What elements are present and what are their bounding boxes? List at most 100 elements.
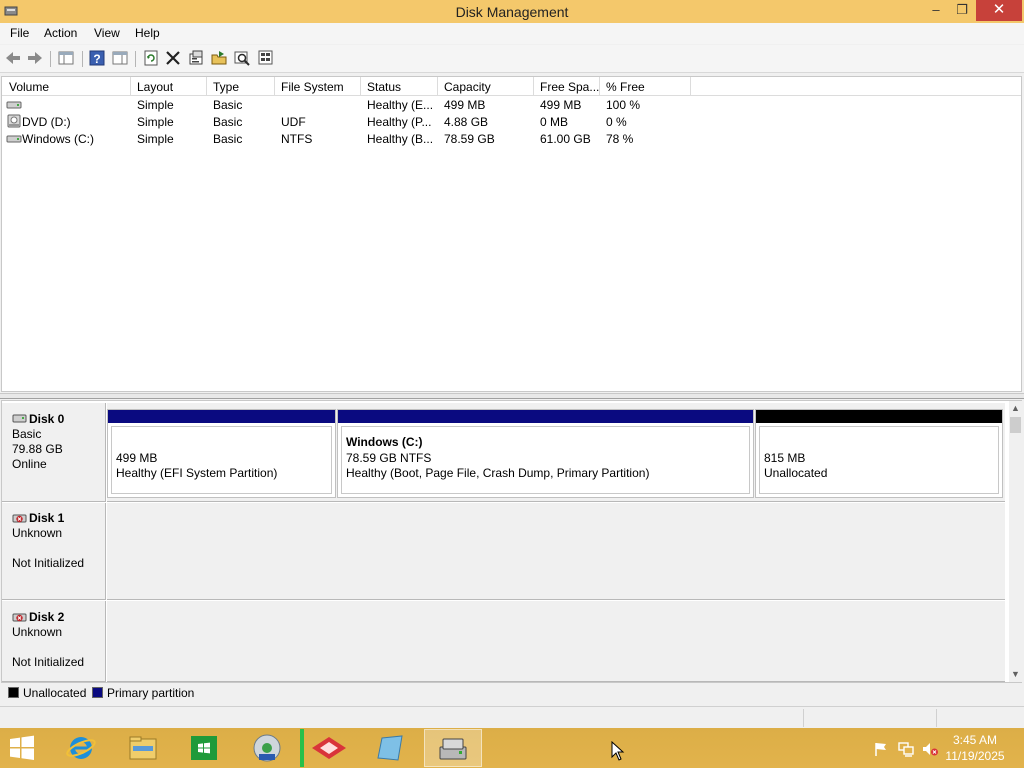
disk-1-row: Disk 1 Unknown Not Initialized bbox=[2, 503, 1007, 600]
menu-help[interactable]: Help bbox=[135, 26, 160, 40]
console-tree-icon[interactable] bbox=[57, 49, 75, 67]
menu-file[interactable]: File bbox=[10, 26, 29, 40]
scroll-down-arrow-icon[interactable]: ▼ bbox=[1009, 669, 1022, 679]
close-button[interactable]: ✕ bbox=[976, 0, 1022, 21]
column-header-free-space[interactable]: Free Spa... bbox=[540, 80, 599, 94]
column-header-layout[interactable]: Layout bbox=[137, 80, 173, 94]
cell-status: Healthy (E... bbox=[367, 98, 434, 112]
cell-free-space: 0 MB bbox=[540, 115, 569, 129]
column-header-file-system[interactable]: File System bbox=[281, 80, 344, 94]
column-divider[interactable] bbox=[206, 77, 207, 96]
windows-start-icon[interactable] bbox=[6, 734, 38, 762]
properties-icon[interactable] bbox=[187, 49, 205, 67]
network-icon[interactable] bbox=[897, 741, 915, 757]
toolbar: ? bbox=[0, 45, 1024, 73]
menu-action[interactable]: Action bbox=[44, 26, 77, 40]
disk-name: Disk 1 bbox=[29, 511, 65, 525]
legend-swatch-primary bbox=[92, 687, 103, 698]
running-indicator bbox=[300, 729, 304, 767]
disk-error-icon bbox=[12, 613, 27, 622]
help-icon[interactable]: ? bbox=[88, 49, 106, 67]
cell-layout: Simple bbox=[137, 115, 174, 129]
cell-volume: Windows (C:) bbox=[22, 132, 95, 146]
column-divider[interactable] bbox=[533, 77, 534, 96]
explore-icon[interactable] bbox=[233, 49, 251, 67]
disk-2-area bbox=[107, 601, 1005, 682]
disk-type: Unknown bbox=[12, 625, 63, 639]
table-row[interactable]: Simple Basic Healthy (E... 499 MB 499 MB… bbox=[2, 96, 1021, 113]
cell-capacity: 499 MB bbox=[444, 98, 486, 112]
table-row[interactable]: Windows (C:) Simple Basic NTFS Healthy (… bbox=[2, 130, 1021, 147]
taskbar-store[interactable] bbox=[176, 729, 234, 767]
disk-state: Not Initialized bbox=[12, 556, 85, 570]
column-divider[interactable] bbox=[690, 77, 691, 96]
store-icon bbox=[191, 736, 217, 760]
app-blue-icon bbox=[377, 735, 403, 761]
cell-file-system: UDF bbox=[281, 115, 306, 129]
disk-1-label[interactable]: Disk 1 Unknown Not Initialized bbox=[2, 503, 106, 600]
properties-pane-icon[interactable] bbox=[111, 49, 129, 67]
menu-bar: File Action View Help bbox=[0, 23, 1024, 44]
taskbar-disk-management[interactable] bbox=[424, 729, 482, 767]
cell-capacity: 78.59 GB bbox=[444, 132, 495, 146]
partition-efi[interactable]: 499 MB Healthy (EFI System Partition) bbox=[107, 409, 336, 498]
scroll-up-arrow-icon[interactable]: ▲ bbox=[1009, 403, 1022, 413]
column-divider[interactable] bbox=[360, 77, 361, 96]
cell-free-space: 499 MB bbox=[540, 98, 582, 112]
restore-button[interactable]: ❐ bbox=[949, 0, 975, 21]
disk-0-label[interactable]: Disk 0 Basic 79.88 GB Online bbox=[2, 403, 106, 502]
drive-icon bbox=[6, 135, 22, 143]
partition-unallocated[interactable]: 815 MB Unallocated bbox=[755, 409, 1003, 498]
minimize-button[interactable]: – bbox=[923, 0, 949, 21]
disk-2-row: Disk 2 Unknown Not Initialized bbox=[2, 601, 1007, 682]
disk-name: Disk 0 bbox=[29, 412, 65, 426]
taskbar-app-blue[interactable] bbox=[362, 729, 420, 767]
column-header-capacity[interactable]: Capacity bbox=[444, 80, 491, 94]
taskbar-app-red[interactable] bbox=[300, 729, 358, 767]
column-divider[interactable] bbox=[437, 77, 438, 96]
taskbar-file-explorer[interactable] bbox=[114, 729, 172, 767]
disk-icon bbox=[12, 414, 27, 423]
back-arrow-icon[interactable] bbox=[4, 49, 22, 67]
menu-view[interactable]: View bbox=[94, 26, 120, 40]
toolbar-separator bbox=[82, 51, 83, 67]
column-header-percent-free[interactable]: % Free bbox=[606, 80, 645, 94]
clock-time: 3:45 AM bbox=[952, 733, 998, 747]
dvd-drive-icon bbox=[7, 114, 21, 128]
cell-volume: DVD (D:) bbox=[22, 115, 71, 129]
column-header-type[interactable]: Type bbox=[213, 80, 239, 94]
partition-windows-c[interactable]: Windows (C:) 78.59 GB NTFS Healthy (Boot… bbox=[337, 409, 754, 498]
partition-detail: Windows (C:) 78.59 GB NTFS Healthy (Boot… bbox=[341, 426, 750, 494]
cell-type: Basic bbox=[213, 98, 243, 112]
legend-label-unallocated: Unallocated bbox=[23, 686, 87, 700]
delete-icon[interactable] bbox=[164, 49, 182, 67]
disk-map-scrollbar[interactable]: ▲ ▼ bbox=[1009, 401, 1022, 682]
partition-title: Windows (C:) bbox=[346, 435, 423, 449]
column-divider[interactable] bbox=[130, 77, 131, 96]
taskbar: 3:45 AM 11/19/2025 bbox=[0, 728, 1024, 768]
partition-status: Healthy (Boot, Page File, Crash Dump, Pr… bbox=[346, 466, 650, 480]
pane-splitter[interactable] bbox=[0, 393, 1024, 399]
flag-icon[interactable] bbox=[873, 741, 889, 757]
taskbar-internet-explorer[interactable] bbox=[52, 729, 110, 767]
taskbar-clock[interactable]: 3:45 AM 11/19/2025 bbox=[934, 732, 1016, 764]
forward-arrow-icon[interactable] bbox=[26, 49, 44, 67]
column-divider[interactable] bbox=[274, 77, 275, 96]
column-divider[interactable] bbox=[599, 77, 600, 96]
column-header-volume[interactable]: Volume bbox=[9, 80, 49, 94]
open-icon[interactable] bbox=[210, 49, 228, 67]
taskbar-media-center[interactable] bbox=[238, 729, 296, 767]
refresh-icon[interactable] bbox=[142, 49, 160, 67]
scrollbar-thumb[interactable] bbox=[1010, 417, 1021, 433]
table-row[interactable]: DVD (D:) Simple Basic UDF Healthy (P... … bbox=[2, 113, 1021, 130]
cell-free-space: 61.00 GB bbox=[540, 132, 591, 146]
volume-list[interactable]: Volume Layout Type File System Status Ca… bbox=[1, 76, 1022, 392]
disk-state: Not Initialized bbox=[12, 655, 85, 669]
column-header-status[interactable]: Status bbox=[367, 80, 401, 94]
status-bar bbox=[0, 706, 1024, 728]
disk-1-area bbox=[107, 503, 1005, 600]
disk-2-label[interactable]: Disk 2 Unknown Not Initialized bbox=[2, 601, 106, 682]
title-bar[interactable]: Disk Management – ❐ ✕ bbox=[0, 0, 1024, 23]
partition-detail: 815 MB Unallocated bbox=[759, 426, 999, 494]
rescan-icon[interactable] bbox=[257, 49, 275, 67]
